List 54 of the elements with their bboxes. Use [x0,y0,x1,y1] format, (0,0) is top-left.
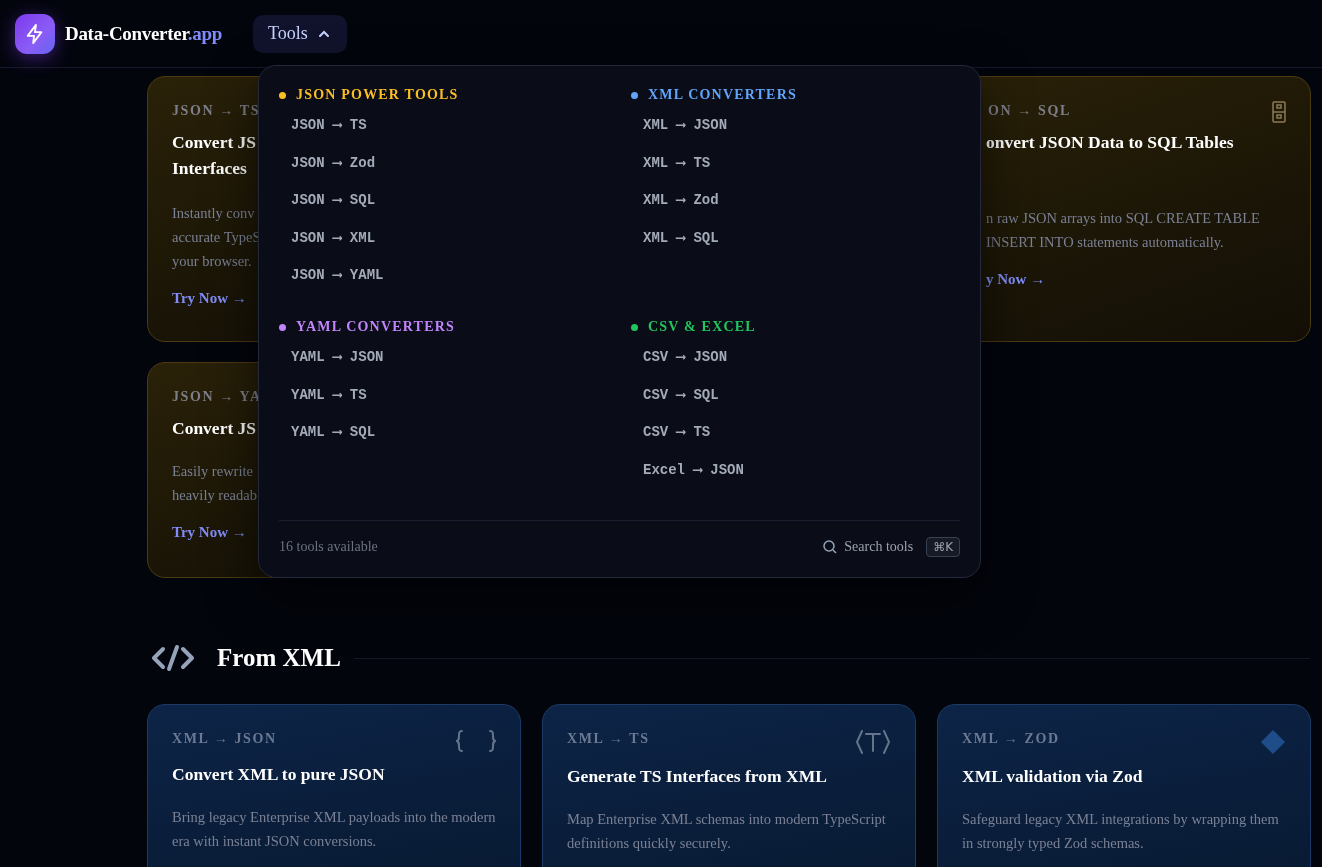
menu-item[interactable]: YAML ⟶ SQL [291,414,376,452]
menu-group-title: JSON POWER TOOLS [296,87,459,103]
menu-item[interactable]: CSV ⟶ TS [643,414,711,452]
logo-icon[interactable] [15,13,55,54]
menu-item[interactable]: CSV ⟶ JSON [643,339,728,377]
search-icon [823,540,838,554]
card-label: ON → SQL [988,103,1071,119]
search-tools-button[interactable]: Search tools ⌘K [823,537,960,557]
try-now-link[interactable]: Try Now → [172,524,247,541]
menu-group-title: XML CONVERTERS [648,87,797,103]
card-label: XML → ZOD [962,731,1060,747]
menu-item[interactable]: XML ⟶ SQL [643,219,719,257]
menu-item[interactable]: JSON ⟶ Zod [291,144,376,182]
menu-item[interactable]: XML ⟶ JSON [643,107,728,145]
menu-item[interactable]: YAML ⟶ TS [291,376,367,415]
card-title: Convert JS [172,417,257,440]
search-label: Search tools [844,539,914,555]
tool-count: 16 tools available [279,539,378,555]
card-description: Safeguard legacy XML integrations by wrapping them in strongly typed Zod schemas. [962,810,1280,853]
try-now-link[interactable]: Try Now → [172,290,247,307]
card-label: XML → JSON [172,731,277,747]
shortcut-key: ⌘K [926,537,960,557]
menu-group-title: CSV & EXCEL [648,319,756,336]
card-title: Convert JS Interfaces [172,131,257,180]
card-description: Bring legacy Enterprise XML payloads into the modern era with instant JSON conversions. [172,808,496,851]
card-title: Convert XML to pure JSON [172,763,386,786]
menu-item[interactable]: XML ⟶ Zod [643,182,719,220]
menu-item[interactable]: JSON ⟶ XML [291,219,376,257]
card-label: XML → TS [567,731,650,747]
menu-item[interactable]: JSON ⟶ SQL [291,182,376,220]
caret-icon [317,29,330,38]
type-icon [855,729,891,755]
braces-icon [456,729,496,753]
menu-item[interactable]: CSV ⟶ SQL [643,376,719,415]
code-icon [151,644,195,672]
card-description: n raw JSON arrays into SQL CREATE TABLE INSERT INTO statements automatically. [986,209,1260,252]
card-description: Map Enterprise XML schemas into modern TypeScript definitions quickly securely. [567,810,887,853]
card-label: JSON → TS [172,103,261,119]
menu-item[interactable]: JSON ⟶ TS [291,107,367,145]
menu-item[interactable]: YAML ⟶ JSON [291,339,384,377]
card-title: XML validation via Zod [962,765,1144,788]
menu-item[interactable]: JSON ⟶ YAML [291,257,384,295]
try-now-link[interactable]: y Now → [986,271,1046,288]
tools-menu-button[interactable]: Tools [252,14,347,53]
server-icon [1272,101,1286,123]
menu-item[interactable]: Excel ⟶ JSON [643,451,744,490]
menu-group-title: YAML CONVERTERS [296,319,455,336]
brand-link[interactable]: Data-Converter.app [65,22,222,45]
card-title: Generate TS Interfaces from XML [567,765,828,788]
card-description: Easily rewrite heavily readab [172,462,257,505]
menu-item[interactable]: XML ⟶ TS [643,144,711,182]
section-title: From XML [217,644,341,672]
card-title: onvert JSON Data to SQL Tables [986,131,1234,154]
diamond-icon [1260,729,1286,755]
